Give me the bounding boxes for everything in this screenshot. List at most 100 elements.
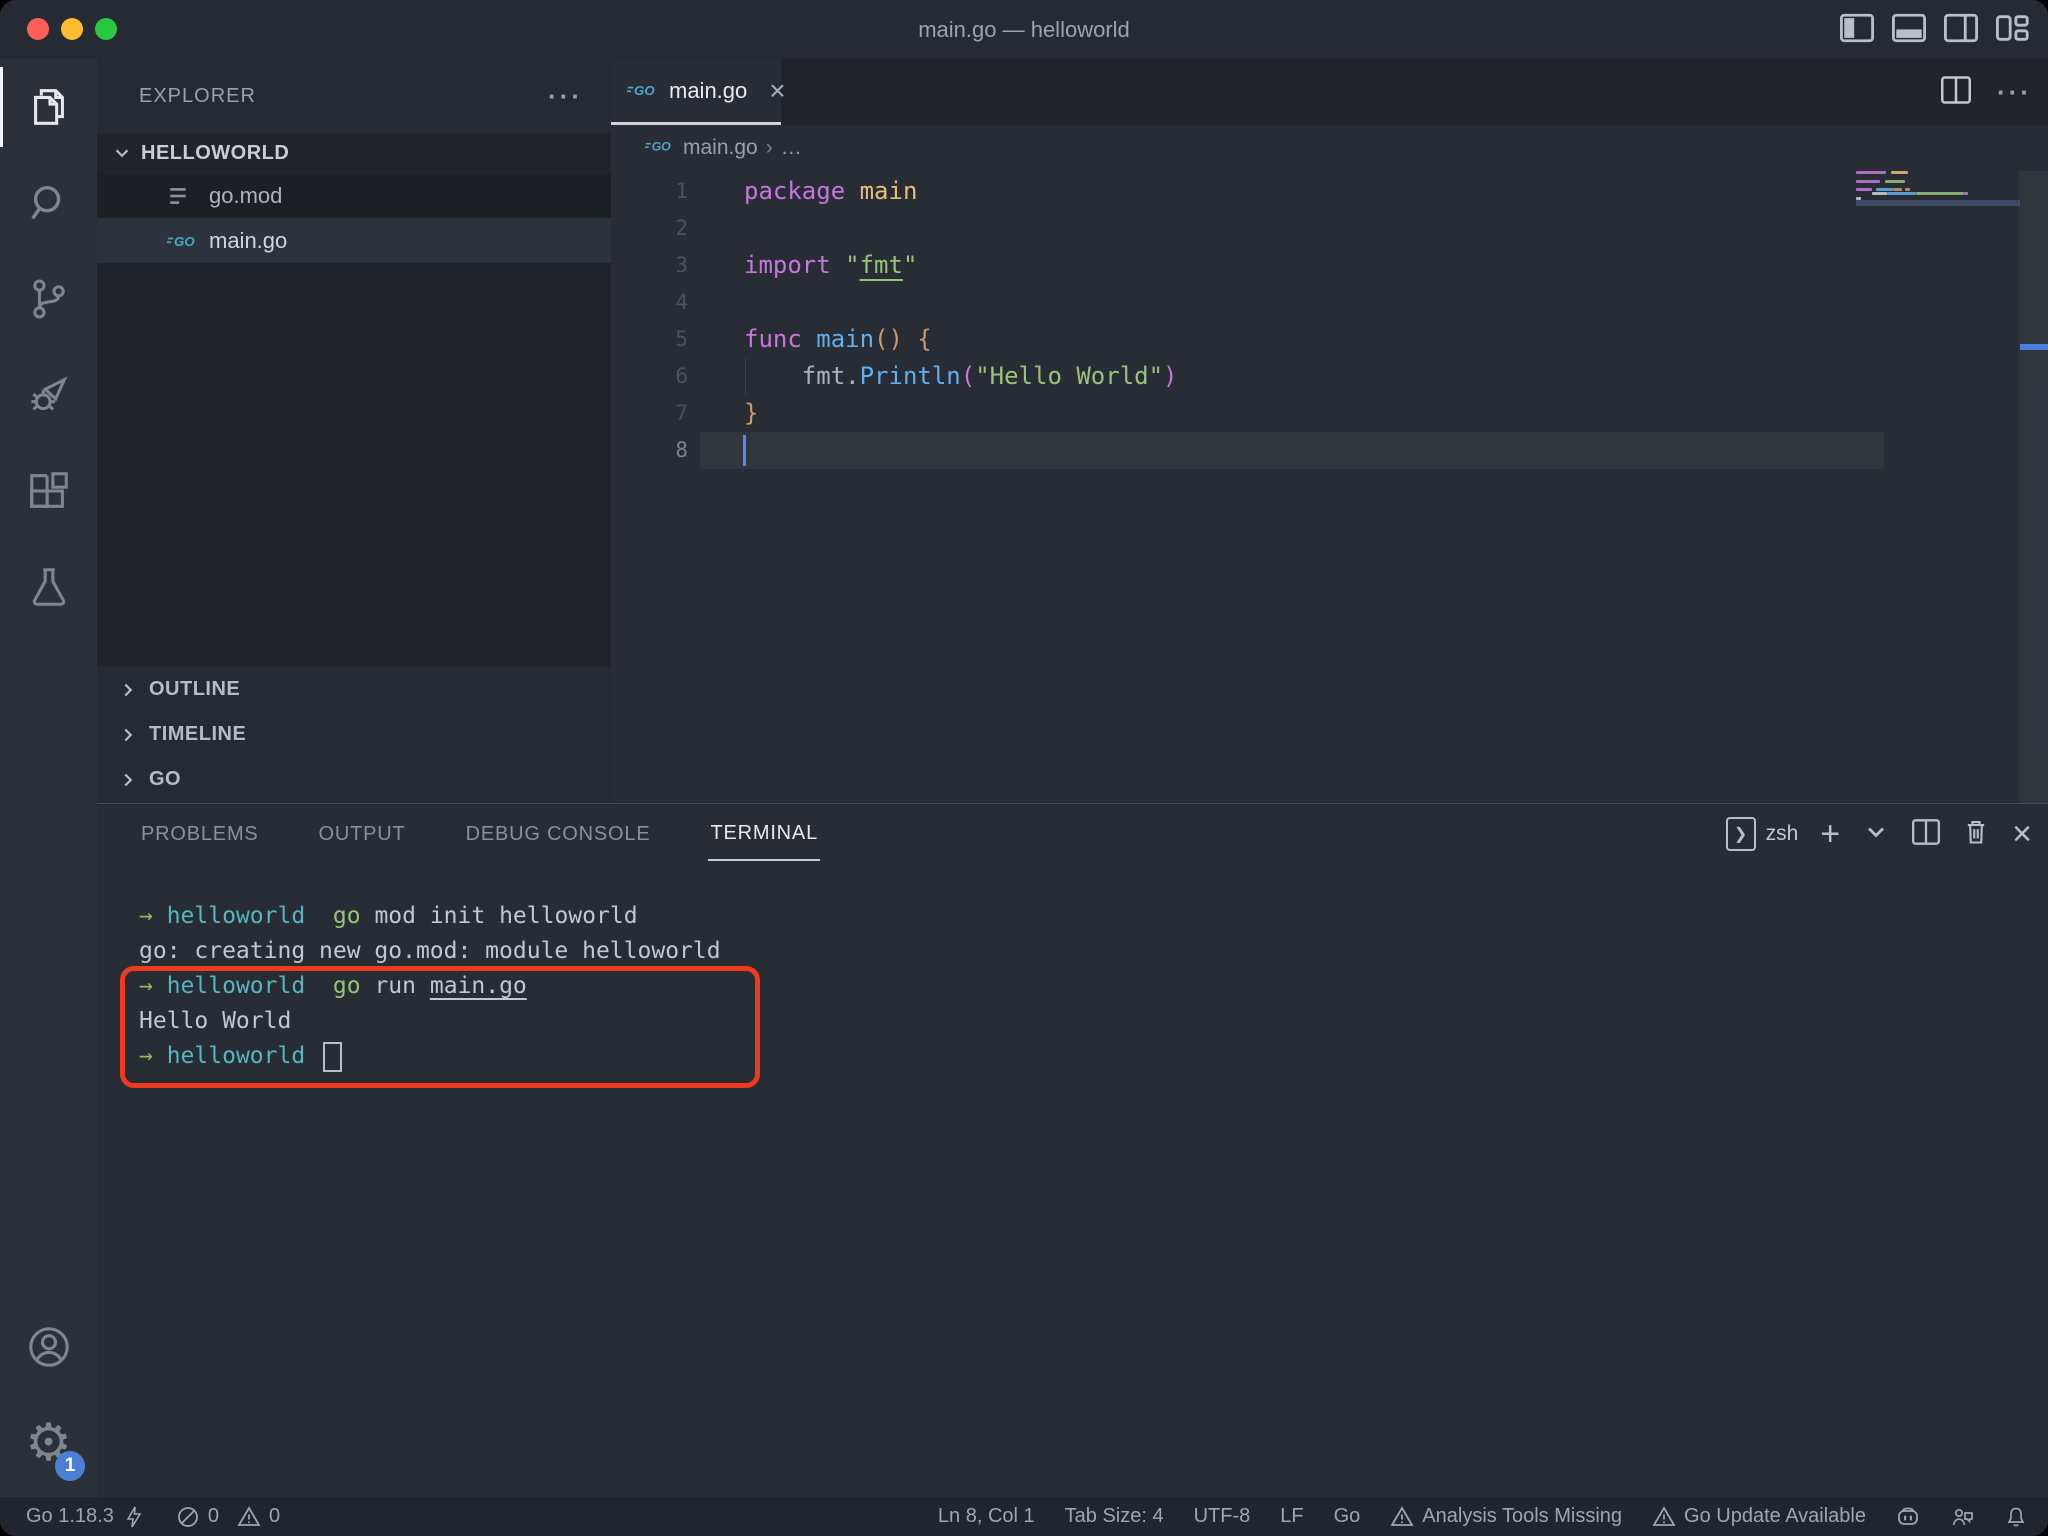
split-terminal-icon[interactable] xyxy=(1912,818,1940,851)
go-logo-icon: GO xyxy=(645,137,675,159)
error-icon xyxy=(176,1505,200,1529)
explorer-icon[interactable] xyxy=(0,59,97,155)
error-count: 0 xyxy=(208,1505,219,1528)
editor-more-actions-icon[interactable]: ··· xyxy=(1997,77,2032,108)
toggle-sidebar-right-icon[interactable] xyxy=(1944,13,1978,48)
root-folder-label: HELLOWORLD xyxy=(141,142,289,165)
code-line: func main() { xyxy=(744,321,1178,358)
sidebar-explorer: EXPLORER ··· HELLOWORLD go.mod GO main.g… xyxy=(97,59,611,803)
explorer-more-icon[interactable]: ··· xyxy=(548,81,583,112)
new-terminal-icon[interactable]: + xyxy=(1820,817,1840,851)
bell-icon[interactable] xyxy=(2004,1505,2028,1529)
extensions-icon[interactable] xyxy=(0,443,97,539)
tab-label: main.go xyxy=(669,78,747,104)
tab-close-icon[interactable]: × xyxy=(769,75,785,107)
code-content: package mainimport "fmt"func main() { fm… xyxy=(744,173,1178,469)
code-line xyxy=(744,210,1178,247)
search-icon[interactable] xyxy=(0,155,97,251)
section-go-label: GO xyxy=(149,768,181,791)
section-outline[interactable]: OUTLINE xyxy=(97,667,611,712)
breadcrumb[interactable]: GO main.go › … xyxy=(611,125,2048,171)
problems-item[interactable]: 0 0 xyxy=(176,1505,280,1529)
code-line: } xyxy=(744,395,1178,432)
feedback-icon[interactable] xyxy=(1950,1505,1974,1529)
eol-item[interactable]: LF xyxy=(1280,1505,1303,1528)
section-outline-label: OUTLINE xyxy=(149,678,240,701)
code-token: main xyxy=(816,325,874,353)
code-token: " xyxy=(845,251,859,279)
window-title: main.go — helloworld xyxy=(0,17,2048,43)
go-update-item[interactable]: Go Update Available xyxy=(1652,1505,1866,1529)
go-update-label: Go Update Available xyxy=(1684,1505,1866,1528)
code-line xyxy=(744,432,1178,469)
line-number: 6 xyxy=(611,358,688,395)
language-item[interactable]: Go xyxy=(1334,1505,1361,1528)
code-line: import "fmt" xyxy=(744,247,1178,284)
testing-icon[interactable] xyxy=(0,539,97,635)
code-token: () xyxy=(874,325,903,353)
close-panel-icon[interactable]: × xyxy=(2012,817,2032,851)
line-number: 8 xyxy=(611,432,688,469)
breadcrumb-symbol[interactable]: … xyxy=(781,136,802,160)
line-number: 2 xyxy=(611,210,688,247)
toggle-panel-icon[interactable] xyxy=(1892,13,1926,48)
encoding-item[interactable]: UTF-8 xyxy=(1194,1505,1251,1528)
terminal-token: helloworld xyxy=(167,903,305,929)
minimap-row xyxy=(1856,192,2020,195)
tab-output[interactable]: OUTPUT xyxy=(317,809,408,860)
toggle-sidebar-left-icon[interactable] xyxy=(1840,13,1874,48)
svg-text:GO: GO xyxy=(174,233,195,248)
split-editor-icon[interactable] xyxy=(1941,76,1971,109)
minimap-row xyxy=(1856,188,2020,191)
tab-size-item[interactable]: Tab Size: 4 xyxy=(1065,1505,1164,1528)
editor-scrollbar[interactable] xyxy=(2019,171,2048,803)
tree-item-gomod[interactable]: go.mod xyxy=(97,173,611,218)
terminal-token xyxy=(305,903,333,929)
explorer-header: EXPLORER xyxy=(139,85,256,108)
overview-ruler-cursor-marker xyxy=(2020,344,2048,350)
tab-debug-console[interactable]: DEBUG CONSOLE xyxy=(464,809,653,860)
terminal-token: → xyxy=(139,903,167,929)
customize-layout-icon[interactable] xyxy=(1996,13,2030,48)
minimap-row xyxy=(1856,184,2020,187)
code-token xyxy=(831,251,845,279)
source-control-icon[interactable] xyxy=(0,251,97,347)
go-logo-icon: GO xyxy=(627,80,657,102)
analysis-tools-label: Analysis Tools Missing xyxy=(1422,1505,1622,1528)
shell-name: zsh xyxy=(1766,822,1799,846)
code-token: fmt. xyxy=(744,362,860,390)
cursor-position-item[interactable]: Ln 8, Col 1 xyxy=(938,1505,1035,1528)
line-number: 5 xyxy=(611,321,688,358)
kill-terminal-icon[interactable] xyxy=(1962,818,1990,851)
go-version-item[interactable]: Go 1.18.3 xyxy=(26,1505,146,1529)
minimap-current-line xyxy=(1856,200,2020,206)
breadcrumb-file[interactable]: main.go xyxy=(683,136,758,160)
line-number: 4 xyxy=(611,284,688,321)
tree-item-maingo[interactable]: GO main.go xyxy=(97,218,611,263)
code-editor[interactable]: 12345678 package mainimport "fmt"func ma… xyxy=(611,171,2048,803)
line-number-gutter: 12345678 xyxy=(611,173,688,469)
file-tree: HELLOWORLD go.mod GO main.go xyxy=(97,133,611,667)
copilot-icon[interactable] xyxy=(1896,1505,1920,1529)
analysis-tools-item[interactable]: Analysis Tools Missing xyxy=(1390,1505,1622,1529)
section-go[interactable]: GO xyxy=(97,757,611,802)
tab-problems[interactable]: PROBLEMS xyxy=(139,809,261,860)
code-token: "Hello World" xyxy=(975,362,1163,390)
code-token: ( xyxy=(961,362,975,390)
tree-root-helloworld[interactable]: HELLOWORLD xyxy=(97,133,611,173)
tab-terminal[interactable]: TERMINAL xyxy=(708,808,820,861)
chevron-right-icon xyxy=(117,679,139,701)
tab-maingo[interactable]: GO main.go × xyxy=(611,59,781,125)
launch-profile-chevron-icon[interactable] xyxy=(1862,818,1890,851)
run-debug-icon[interactable] xyxy=(0,347,97,443)
code-line xyxy=(744,284,1178,321)
terminal-profile[interactable]: ❯ zsh xyxy=(1726,817,1799,851)
file-label-maingo: main.go xyxy=(209,228,287,254)
minimap-row xyxy=(1856,171,2020,174)
terminal-line: go: creating new go.mod: module hellowor… xyxy=(139,934,721,969)
section-timeline[interactable]: TIMELINE xyxy=(97,712,611,757)
account-icon[interactable] xyxy=(0,1299,97,1395)
settings-gear-icon[interactable]: ⚙ 1 xyxy=(0,1395,97,1491)
section-timeline-label: TIMELINE xyxy=(149,723,246,746)
terminal-profile-icon: ❯ xyxy=(1726,817,1756,851)
